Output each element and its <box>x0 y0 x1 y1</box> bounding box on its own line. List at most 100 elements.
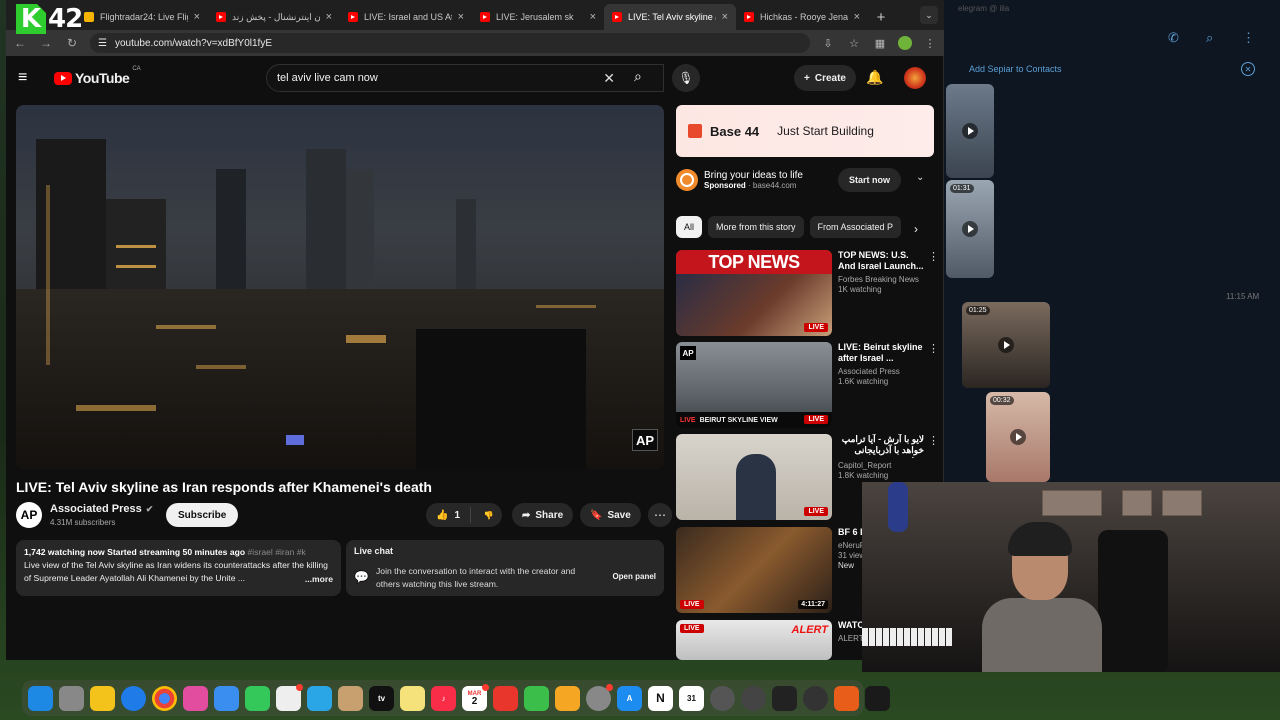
media-thumbnail[interactable]: 01:31 <box>946 180 994 278</box>
app-icon[interactable] <box>90 685 115 711</box>
media-thumbnail[interactable]: 00:32 <box>986 392 1050 482</box>
calendar-icon[interactable]: MAR 2 <box>462 683 489 711</box>
bookmark-star-icon[interactable]: ☆ <box>846 35 862 51</box>
close-icon[interactable]: ✕ <box>1241 62 1255 76</box>
new-tab-button[interactable]: + <box>868 4 894 30</box>
more-options-icon[interactable]: ⋮ <box>928 250 939 263</box>
search-icon[interactable]: ⌕ <box>1206 30 1213 46</box>
calendar-app-icon[interactable]: 31 <box>679 685 704 711</box>
more-menu-icon[interactable]: ⋮ <box>1242 30 1255 46</box>
chip-more-from-story[interactable]: More from this story <box>708 216 804 238</box>
live-badge: LIVE <box>804 323 828 332</box>
install-icon[interactable]: ⇩ <box>820 35 836 51</box>
chevron-right-icon[interactable]: › <box>914 222 918 236</box>
recommendation-item[interactable]: TOP NEWS LIVE TOP NEWS: U.S. And Israel … <box>676 250 939 338</box>
tab-search-chevron-icon[interactable]: ⌄ <box>920 6 938 24</box>
mail-icon[interactable] <box>214 685 239 711</box>
music-icon[interactable]: ♪ <box>431 685 456 711</box>
close-tab-icon[interactable]: × <box>194 11 200 23</box>
chrome-icon[interactable] <box>152 685 177 711</box>
app-icon[interactable] <box>338 685 363 711</box>
forward-icon[interactable]: → <box>38 36 54 50</box>
extensions-icon[interactable]: ▦ <box>872 35 888 51</box>
tab-jerusalem[interactable]: LIVE: Jerusalem sk × <box>472 4 604 30</box>
profile-extension-icon[interactable] <box>898 36 912 50</box>
tab-flightradar[interactable]: Flightradar24: Live Flig × <box>76 4 208 30</box>
tab-tel-aviv[interactable]: LIVE: Tel Aviv skyline a × <box>604 4 736 30</box>
app-icon[interactable] <box>834 685 859 711</box>
video-player[interactable]: AP <box>16 105 664 469</box>
notifications-bell-icon[interactable]: 🔔 <box>866 69 883 86</box>
app-icon[interactable] <box>803 685 828 711</box>
user-avatar[interactable] <box>904 67 926 89</box>
share-button[interactable]: ➦ Share <box>512 503 574 527</box>
dislike-button[interactable]: 👎 <box>476 503 501 528</box>
browser-toolbar: ← → ↻ ☰ youtube.com/watch?v=xdBfY0l1fyE … <box>6 30 944 56</box>
youtube-logo[interactable]: YouTube CA <box>54 66 141 86</box>
youtube-wordmark: YouTube <box>75 70 130 86</box>
app-store-icon[interactable]: A <box>617 685 642 711</box>
search-icon[interactable]: ⌕ <box>634 68 642 85</box>
more-options-icon[interactable]: ⋮ <box>928 434 939 447</box>
chevron-down-icon[interactable]: ⌄ <box>916 172 924 183</box>
plane-icon <box>84 12 94 22</box>
app-icon[interactable] <box>741 685 766 711</box>
description-more-link[interactable]: ...more <box>300 573 333 586</box>
more-actions-icon[interactable]: ⋯ <box>648 503 672 527</box>
photos-icon[interactable] <box>183 685 208 711</box>
create-button[interactable]: + Create <box>794 65 856 91</box>
recommendation-channel: Capitol_Report <box>838 461 892 470</box>
call-icon[interactable]: ✆ <box>1168 30 1179 46</box>
contacts-icon[interactable] <box>276 683 303 711</box>
hamburger-menu-icon[interactable]: ≡ <box>18 69 40 87</box>
browser-menu-icon[interactable]: ⋮ <box>922 35 938 51</box>
more-options-icon[interactable]: ⋮ <box>928 342 939 355</box>
channel-avatar[interactable]: AP <box>16 502 42 528</box>
address-bar[interactable]: ☰ youtube.com/watch?v=xdBfY0l1fyE <box>90 33 810 53</box>
chip-all[interactable]: All <box>676 216 703 238</box>
close-tab-icon[interactable]: × <box>854 11 860 23</box>
app-icon[interactable] <box>865 685 890 711</box>
site-info-icon[interactable]: ☰ <box>98 38 107 49</box>
news-icon[interactable] <box>493 685 518 711</box>
launchpad-icon[interactable] <box>59 685 84 711</box>
reload-icon[interactable]: ↻ <box>64 36 80 50</box>
description-box[interactable]: 1,742 watching now Started streaming 50 … <box>16 540 341 596</box>
safari-icon[interactable] <box>121 685 146 711</box>
close-tab-icon[interactable]: × <box>326 11 332 23</box>
subscribe-button[interactable]: Subscribe <box>166 503 239 527</box>
clear-search-icon[interactable]: ✕ <box>603 70 615 87</box>
system-settings-icon[interactable] <box>586 683 613 711</box>
messenger-icon[interactable] <box>307 685 332 711</box>
search-input[interactable]: tel aviv live cam now ✕ <box>266 64 664 92</box>
tab-israel-us[interactable]: LIVE: Israel and US Att × <box>340 4 472 30</box>
notion-icon[interactable]: N <box>648 685 673 711</box>
like-button[interactable]: 👍 1 <box>426 507 472 523</box>
close-tab-icon[interactable]: × <box>458 11 464 23</box>
app-icon[interactable] <box>710 685 735 711</box>
add-to-contacts-link[interactable]: Add Sepiar to Contacts <box>969 64 1062 74</box>
numbers-icon[interactable] <box>524 685 549 711</box>
save-button[interactable]: 🔖 Save <box>580 503 641 527</box>
url-text: youtube.com/watch?v=xdBfY0l1fyE <box>114 37 272 49</box>
pages-icon[interactable] <box>555 685 580 711</box>
close-tab-icon[interactable]: × <box>590 11 596 23</box>
unity-icon[interactable] <box>772 685 797 711</box>
media-thumbnail[interactable] <box>946 84 994 178</box>
apple-tv-icon[interactable]: tv <box>369 685 394 711</box>
notes-icon[interactable] <box>400 685 425 711</box>
media-thumbnail[interactable]: 01:25 <box>962 302 1050 388</box>
tab-iran-international[interactable]: ایران اینترنشنال - پخش زند × <box>208 4 340 30</box>
finder-icon[interactable] <box>28 685 53 711</box>
voice-search-icon[interactable]: 🎙 <box>672 64 700 92</box>
ad-banner[interactable]: Base 44 Just Start Building <box>676 105 934 157</box>
channel-name[interactable]: Associated Press ✔ <box>50 503 153 515</box>
facetime-icon[interactable] <box>245 685 270 711</box>
start-now-button[interactable]: Start now <box>838 168 902 192</box>
close-tab-icon[interactable]: × <box>722 11 728 23</box>
back-icon[interactable]: ← <box>12 36 28 50</box>
open-panel-button[interactable]: Open panel <box>612 572 656 581</box>
chip-from-associated[interactable]: From Associated P <box>809 216 902 238</box>
tab-hichkas[interactable]: Hichkas - Rooye Jenab × <box>736 4 868 30</box>
recommendation-item[interactable]: AP LIVE BEIRUT SKYLINE VIEW LIVE LIVE: Be… <box>676 342 939 430</box>
